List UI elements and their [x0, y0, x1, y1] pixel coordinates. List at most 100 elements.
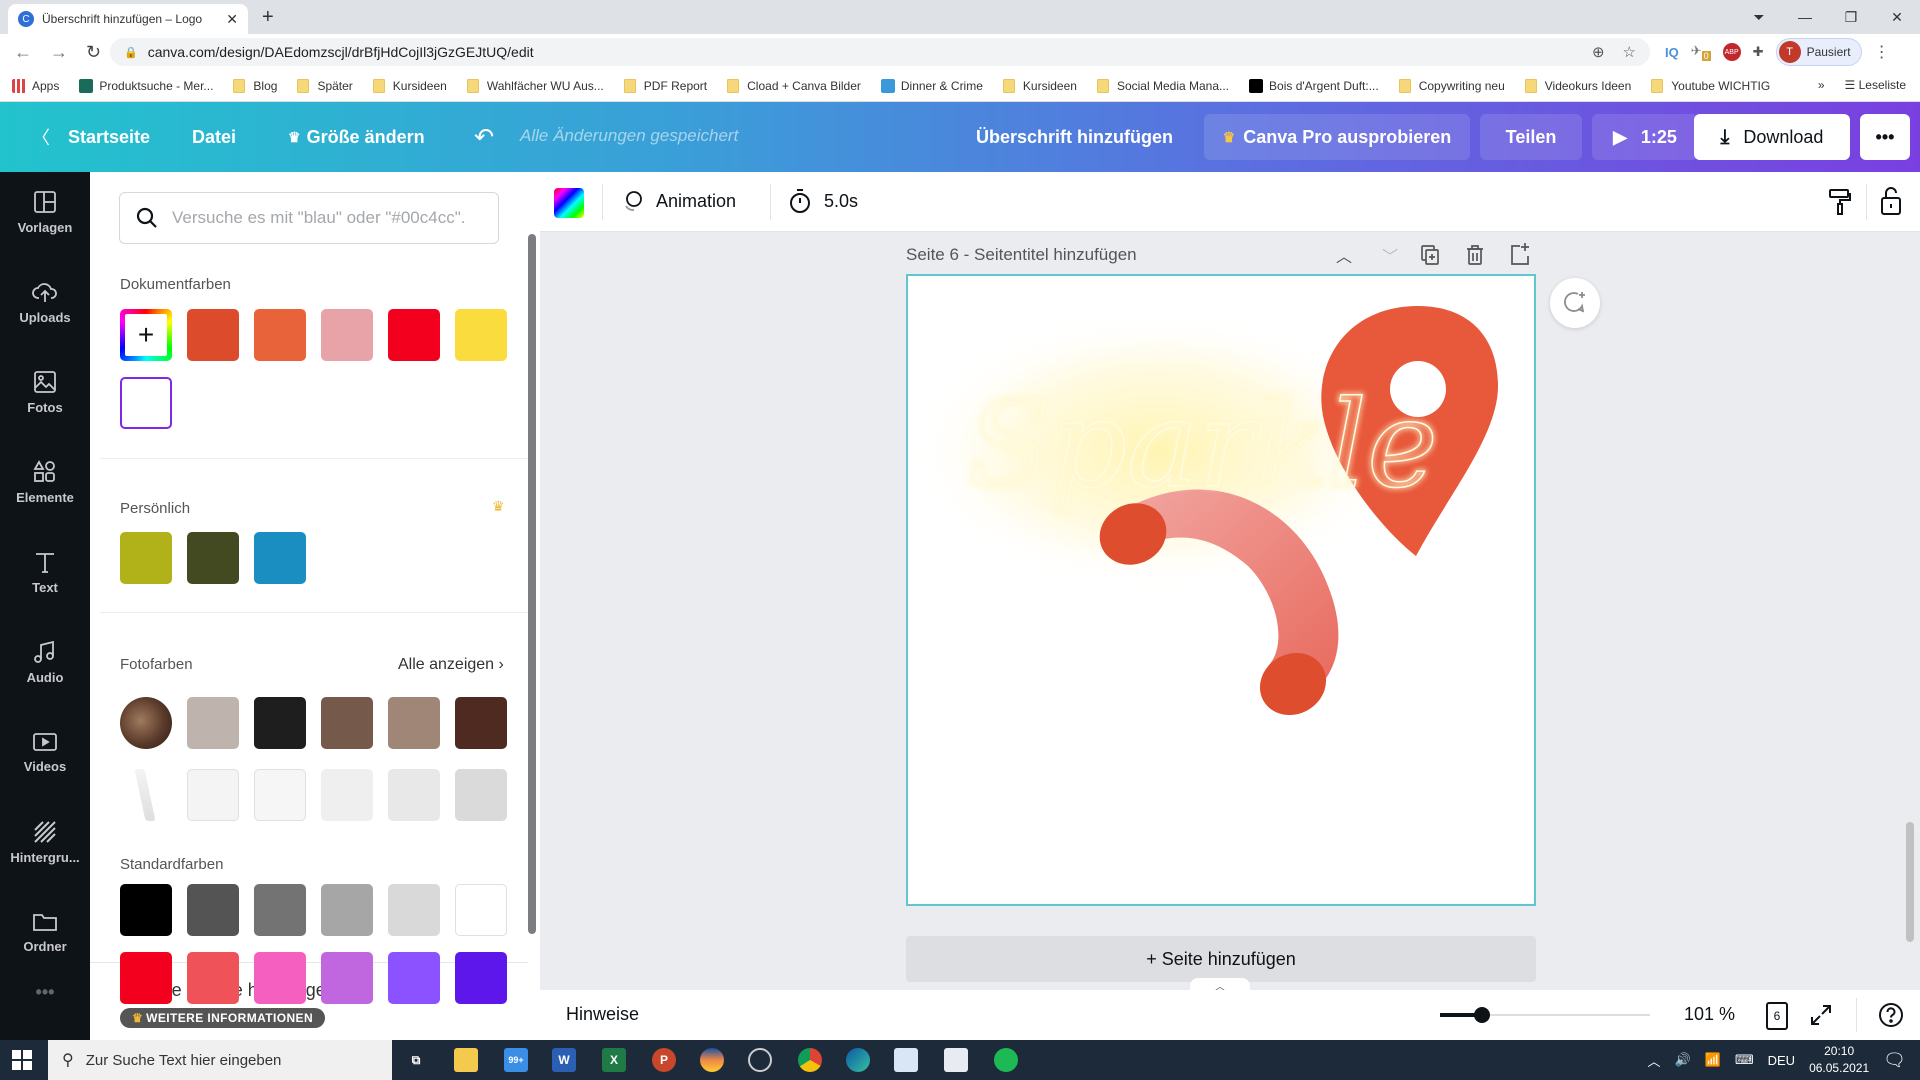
bookmark-item[interactable]: Dinner & Crime [880, 78, 983, 93]
bookmark-apps[interactable]: Apps [12, 78, 59, 93]
notes-button[interactable]: Hinweise [566, 1004, 639, 1025]
minimize-button[interactable]: — [1782, 9, 1828, 25]
color-swatch[interactable] [455, 309, 507, 361]
bookmark-item[interactable]: Kursideen [372, 78, 447, 93]
color-swatch[interactable] [254, 309, 306, 361]
color-swatch[interactable] [254, 697, 306, 749]
keyboard-icon[interactable]: ⌨ [1735, 1052, 1754, 1068]
file-explorer-icon[interactable] [454, 1048, 478, 1072]
excel-icon[interactable]: X [602, 1048, 626, 1072]
edge-icon[interactable] [846, 1048, 870, 1072]
wifi-icon[interactable]: 📶 [1705, 1052, 1721, 1068]
url-field[interactable]: 🔒 canva.com/design/DAEdomzscjl/drBfjHdCo… [110, 38, 1650, 66]
delete-page-icon[interactable] [1466, 244, 1484, 266]
color-swatch[interactable] [388, 884, 440, 936]
color-swatch[interactable] [254, 769, 306, 821]
photo-thumbnail[interactable] [120, 697, 172, 749]
obs-icon[interactable] [748, 1048, 772, 1072]
color-search[interactable] [119, 192, 499, 244]
unlock-icon[interactable] [1880, 186, 1902, 216]
bookmarks-overflow-button[interactable]: » [1818, 78, 1825, 92]
add-color-button[interactable]: + [120, 309, 172, 361]
notifications-icon[interactable]: 🗨 [1883, 1050, 1906, 1071]
paint-roller-icon[interactable] [1828, 188, 1852, 216]
bookmark-item[interactable]: Später [297, 78, 353, 93]
page-count-button[interactable]: 6 [1766, 1002, 1788, 1030]
download-button[interactable]: ⤓ Download [1694, 114, 1850, 160]
app-icon[interactable] [700, 1048, 724, 1072]
sidebar-item-text[interactable]: Text [0, 532, 90, 612]
page-title-input[interactable]: Seitentitel hinzufügen [974, 245, 1137, 265]
browser-menu-icon[interactable]: ⋮ [1874, 42, 1890, 62]
home-button[interactable]: 〈 Startseite [14, 114, 168, 160]
animation-button[interactable]: Animation [620, 188, 736, 214]
photo-thumbnail[interactable] [120, 769, 172, 821]
zoom-slider[interactable] [1440, 1007, 1650, 1023]
try-canva-pro-button[interactable]: ♛ Canva Pro ausprobieren [1204, 114, 1470, 160]
share-button[interactable]: Teilen [1480, 114, 1582, 160]
bookmark-item[interactable]: Blog [233, 78, 277, 93]
bookmark-item[interactable]: Produktsuche - Mer... [79, 78, 213, 93]
panel-scrollbar[interactable] [528, 234, 536, 934]
close-tab-icon[interactable]: ✕ [226, 11, 238, 28]
word-icon[interactable]: W [552, 1048, 576, 1072]
color-swatch[interactable] [187, 697, 239, 749]
close-window-button[interactable]: ✕ [1874, 9, 1920, 26]
app-icon[interactable] [944, 1048, 968, 1072]
bookmark-item[interactable]: PDF Report [623, 78, 707, 93]
task-view-icon[interactable]: ⧉ [404, 1048, 428, 1072]
extensions-puzzle-icon[interactable]: ✚ [1753, 44, 1764, 60]
color-swatch[interactable] [455, 697, 507, 749]
color-swatch[interactable] [321, 309, 373, 361]
color-swatch[interactable] [187, 769, 239, 821]
color-swatch[interactable] [120, 532, 172, 584]
zoom-level[interactable]: 101 % [1684, 1004, 1735, 1025]
color-swatch[interactable] [120, 884, 172, 936]
color-swatch-selected[interactable] [120, 377, 172, 429]
new-tab-button[interactable]: + [262, 6, 274, 29]
bookmark-item[interactable]: Bois d'Argent Duft:... [1249, 78, 1379, 93]
color-swatch[interactable] [120, 952, 172, 1004]
more-info-button[interactable]: ♛ WEITERE INFORMATIONEN [120, 1008, 326, 1028]
bookmark-item[interactable]: Kursideen [1002, 78, 1077, 93]
sidebar-item-elements[interactable]: Elemente [0, 442, 90, 522]
back-icon[interactable]: ← [14, 42, 36, 63]
present-button[interactable]: ▶ 1:25 [1592, 114, 1698, 160]
sidebar-item-photos[interactable]: Fotos [0, 352, 90, 432]
chrome-icon[interactable] [798, 1048, 822, 1072]
add-page-icon[interactable] [1510, 242, 1530, 266]
bookmark-item[interactable]: Wahlfächer WU Aus... [466, 78, 604, 93]
volume-icon[interactable]: 🔊 [1674, 1052, 1690, 1068]
color-swatch[interactable] [321, 952, 373, 1004]
move-page-down-icon[interactable]: ﹀ [1382, 243, 1398, 267]
color-swatch[interactable] [321, 769, 373, 821]
more-apps-icon[interactable]: ••• [0, 972, 90, 1012]
color-swatch[interactable] [455, 952, 507, 1004]
adblock-icon[interactable]: ABP [1722, 43, 1741, 61]
tray-overflow-icon[interactable]: ︿ [1647, 1051, 1660, 1070]
sidebar-item-videos[interactable]: Videos [0, 712, 90, 792]
app-icon[interactable] [894, 1048, 918, 1072]
fullscreen-icon[interactable] [1810, 1004, 1832, 1026]
color-swatch[interactable] [254, 884, 306, 936]
sidebar-item-audio[interactable]: Audio [0, 622, 90, 702]
color-swatch[interactable] [187, 884, 239, 936]
text-color-button[interactable] [554, 188, 584, 218]
duration-button[interactable]: 5.0s [788, 188, 858, 214]
bookmark-item[interactable]: Cload + Canva Bilder [727, 78, 861, 93]
mail-icon[interactable]: 99+ [504, 1048, 528, 1072]
taskbar-search[interactable]: ⚲ Zur Suche Text hier eingeben [48, 1040, 392, 1080]
color-search-input[interactable] [172, 208, 492, 228]
color-swatch[interactable] [388, 769, 440, 821]
expand-notes-handle[interactable]: ︿ [1190, 978, 1250, 993]
iq-extension-icon[interactable]: IQ [1665, 45, 1679, 60]
windows-start-icon[interactable] [12, 1050, 32, 1070]
add-comment-button[interactable] [1550, 278, 1600, 328]
design-title-field[interactable]: Überschrift hinzufügen [958, 114, 1191, 160]
clock[interactable]: 20:10 06.05.2021 [1809, 1043, 1869, 1077]
color-swatch[interactable] [187, 309, 239, 361]
design-page[interactable]: Sparkle Sparkle [906, 274, 1536, 906]
file-menu-button[interactable]: Datei [174, 114, 254, 160]
reload-icon[interactable]: ↻ [86, 42, 108, 63]
color-swatch[interactable] [254, 952, 306, 1004]
